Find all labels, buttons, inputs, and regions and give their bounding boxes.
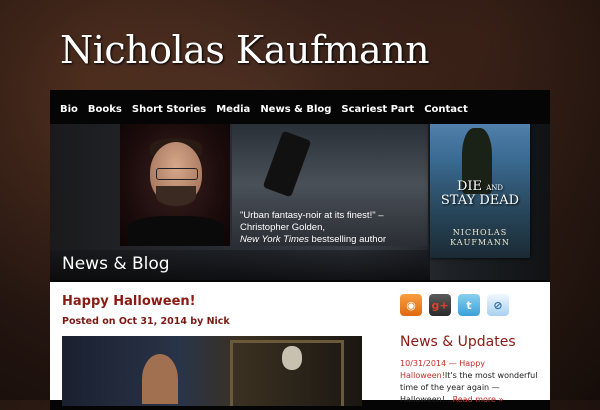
google-plus-icon[interactable]: g+ [429,294,451,316]
book-cover[interactable]: DIE AND STAY DEAD NICHOLAS KAUFMANN [430,124,530,258]
book-author: NICHOLAS KAUFMANN [430,228,530,249]
book-author-line1: NICHOLAS [452,228,508,237]
gun-silhouette [262,130,312,198]
news-separator: — [446,359,460,368]
sidebar-news-item: 10/31/2014 — Happy Halloween!It's the mo… [400,358,540,406]
book-title-and: AND [486,184,503,192]
portrait-shirt [128,216,224,246]
site-title[interactable]: Nicholas Kaufmann [60,28,430,72]
nav-item-contact[interactable]: Contact [424,104,468,115]
header-banner: "Urban fantasy-noir at its finest!" – Ch… [50,124,550,280]
post-title[interactable]: Happy Halloween! [62,294,196,309]
nav-item-bio[interactable]: Bio [60,104,78,115]
portrait-glasses [156,168,198,180]
nav-item-short-stories[interactable]: Short Stories [132,104,206,115]
social-icons: ◉ g+ t ⊘ [400,294,516,316]
banner-quote: "Urban fantasy-noir at its finest!" – Ch… [240,210,430,246]
book-title-line2: STAY DEAD [440,193,520,209]
main-content: Happy Halloween! Posted on Oct 31, 2014 … [50,282,550,406]
post-image[interactable] [62,336,362,406]
main-nav: Bio Books Short Stories Media News & Blo… [50,96,550,122]
nav-item-books[interactable]: Books [88,104,122,115]
nav-item-news-blog[interactable]: News & Blog [260,104,331,115]
book-title: DIE AND STAY DEAD [430,179,530,209]
portrait-beard [156,186,196,206]
section-title-bar: News & Blog [50,250,430,280]
book-author-line2: KAUFMANN [450,238,510,248]
link-icon[interactable]: ⊘ [487,294,509,316]
twitter-icon[interactable]: t [458,294,480,316]
quote-suffix: bestselling author [308,233,387,245]
book-title-line1: DIE [457,179,483,194]
quote-source: New York Times [240,233,309,245]
section-title: News & Blog [62,254,170,274]
rss-icon[interactable]: ◉ [400,294,422,316]
sidebar-title: News & Updates [400,334,516,350]
news-date[interactable]: 10/31/2014 [400,359,446,368]
quote-text: "Urban fantasy-noir at its finest!" – Ch… [240,210,384,233]
post-image-person [142,354,178,404]
author-portrait [120,124,230,246]
nav-item-media[interactable]: Media [216,104,250,115]
post-meta: Posted on Oct 31, 2014 by Nick [62,316,230,327]
nav-item-scariest-part[interactable]: Scariest Part [341,104,414,115]
post-image-skull [282,346,302,370]
